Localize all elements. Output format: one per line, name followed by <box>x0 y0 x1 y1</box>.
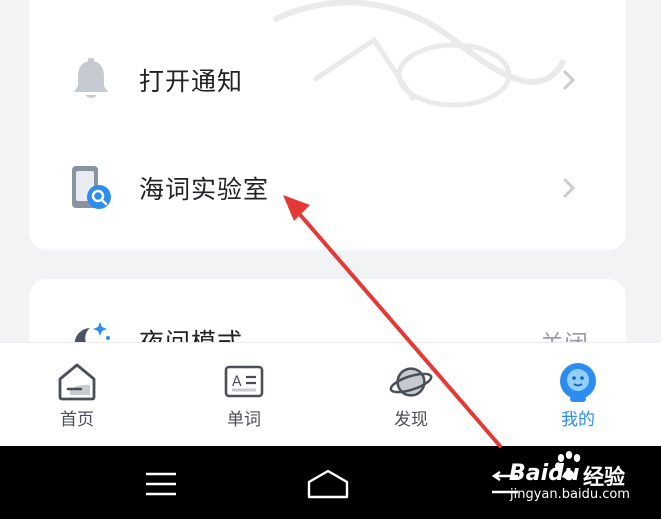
notification-row[interactable]: 打开通知 <box>29 40 626 120</box>
profile-face-icon <box>555 361 601 403</box>
chevron-right-icon <box>563 178 576 198</box>
tab-words[interactable]: A 单词 <box>189 343 299 447</box>
tab-discover-label: 发现 <box>394 410 428 430</box>
home-icon <box>54 361 100 403</box>
notification-label: 打开通知 <box>139 67 244 96</box>
tab-discover[interactable]: 发现 <box>356 343 466 447</box>
phone-search-icon <box>67 164 115 212</box>
svg-text:A: A <box>232 374 242 390</box>
planet-icon <box>388 361 434 403</box>
menu-icon[interactable] <box>139 464 183 504</box>
home-icon[interactable] <box>306 464 350 504</box>
settings-card-top: 打开通知 海词实验室 <box>29 0 626 250</box>
tab-home-label: 首页 <box>60 410 94 430</box>
lab-row[interactable]: 海词实验室 <box>29 148 626 228</box>
lab-label: 海词实验室 <box>139 175 270 204</box>
bottom-tab-bar: 首页 A 单词 发现 我的 <box>0 342 661 446</box>
tab-home[interactable]: 首页 <box>22 343 132 447</box>
chevron-right-icon <box>563 70 576 90</box>
watermark-url: jingyan.baidu.com <box>510 487 630 502</box>
tab-profile[interactable]: 我的 <box>523 343 633 447</box>
bell-icon <box>67 56 115 104</box>
tab-words-label: 单词 <box>227 410 261 430</box>
word-card-icon: A <box>221 361 267 403</box>
baidu-logo-text: Baidu <box>509 461 580 486</box>
tab-profile-label: 我的 <box>561 410 595 430</box>
